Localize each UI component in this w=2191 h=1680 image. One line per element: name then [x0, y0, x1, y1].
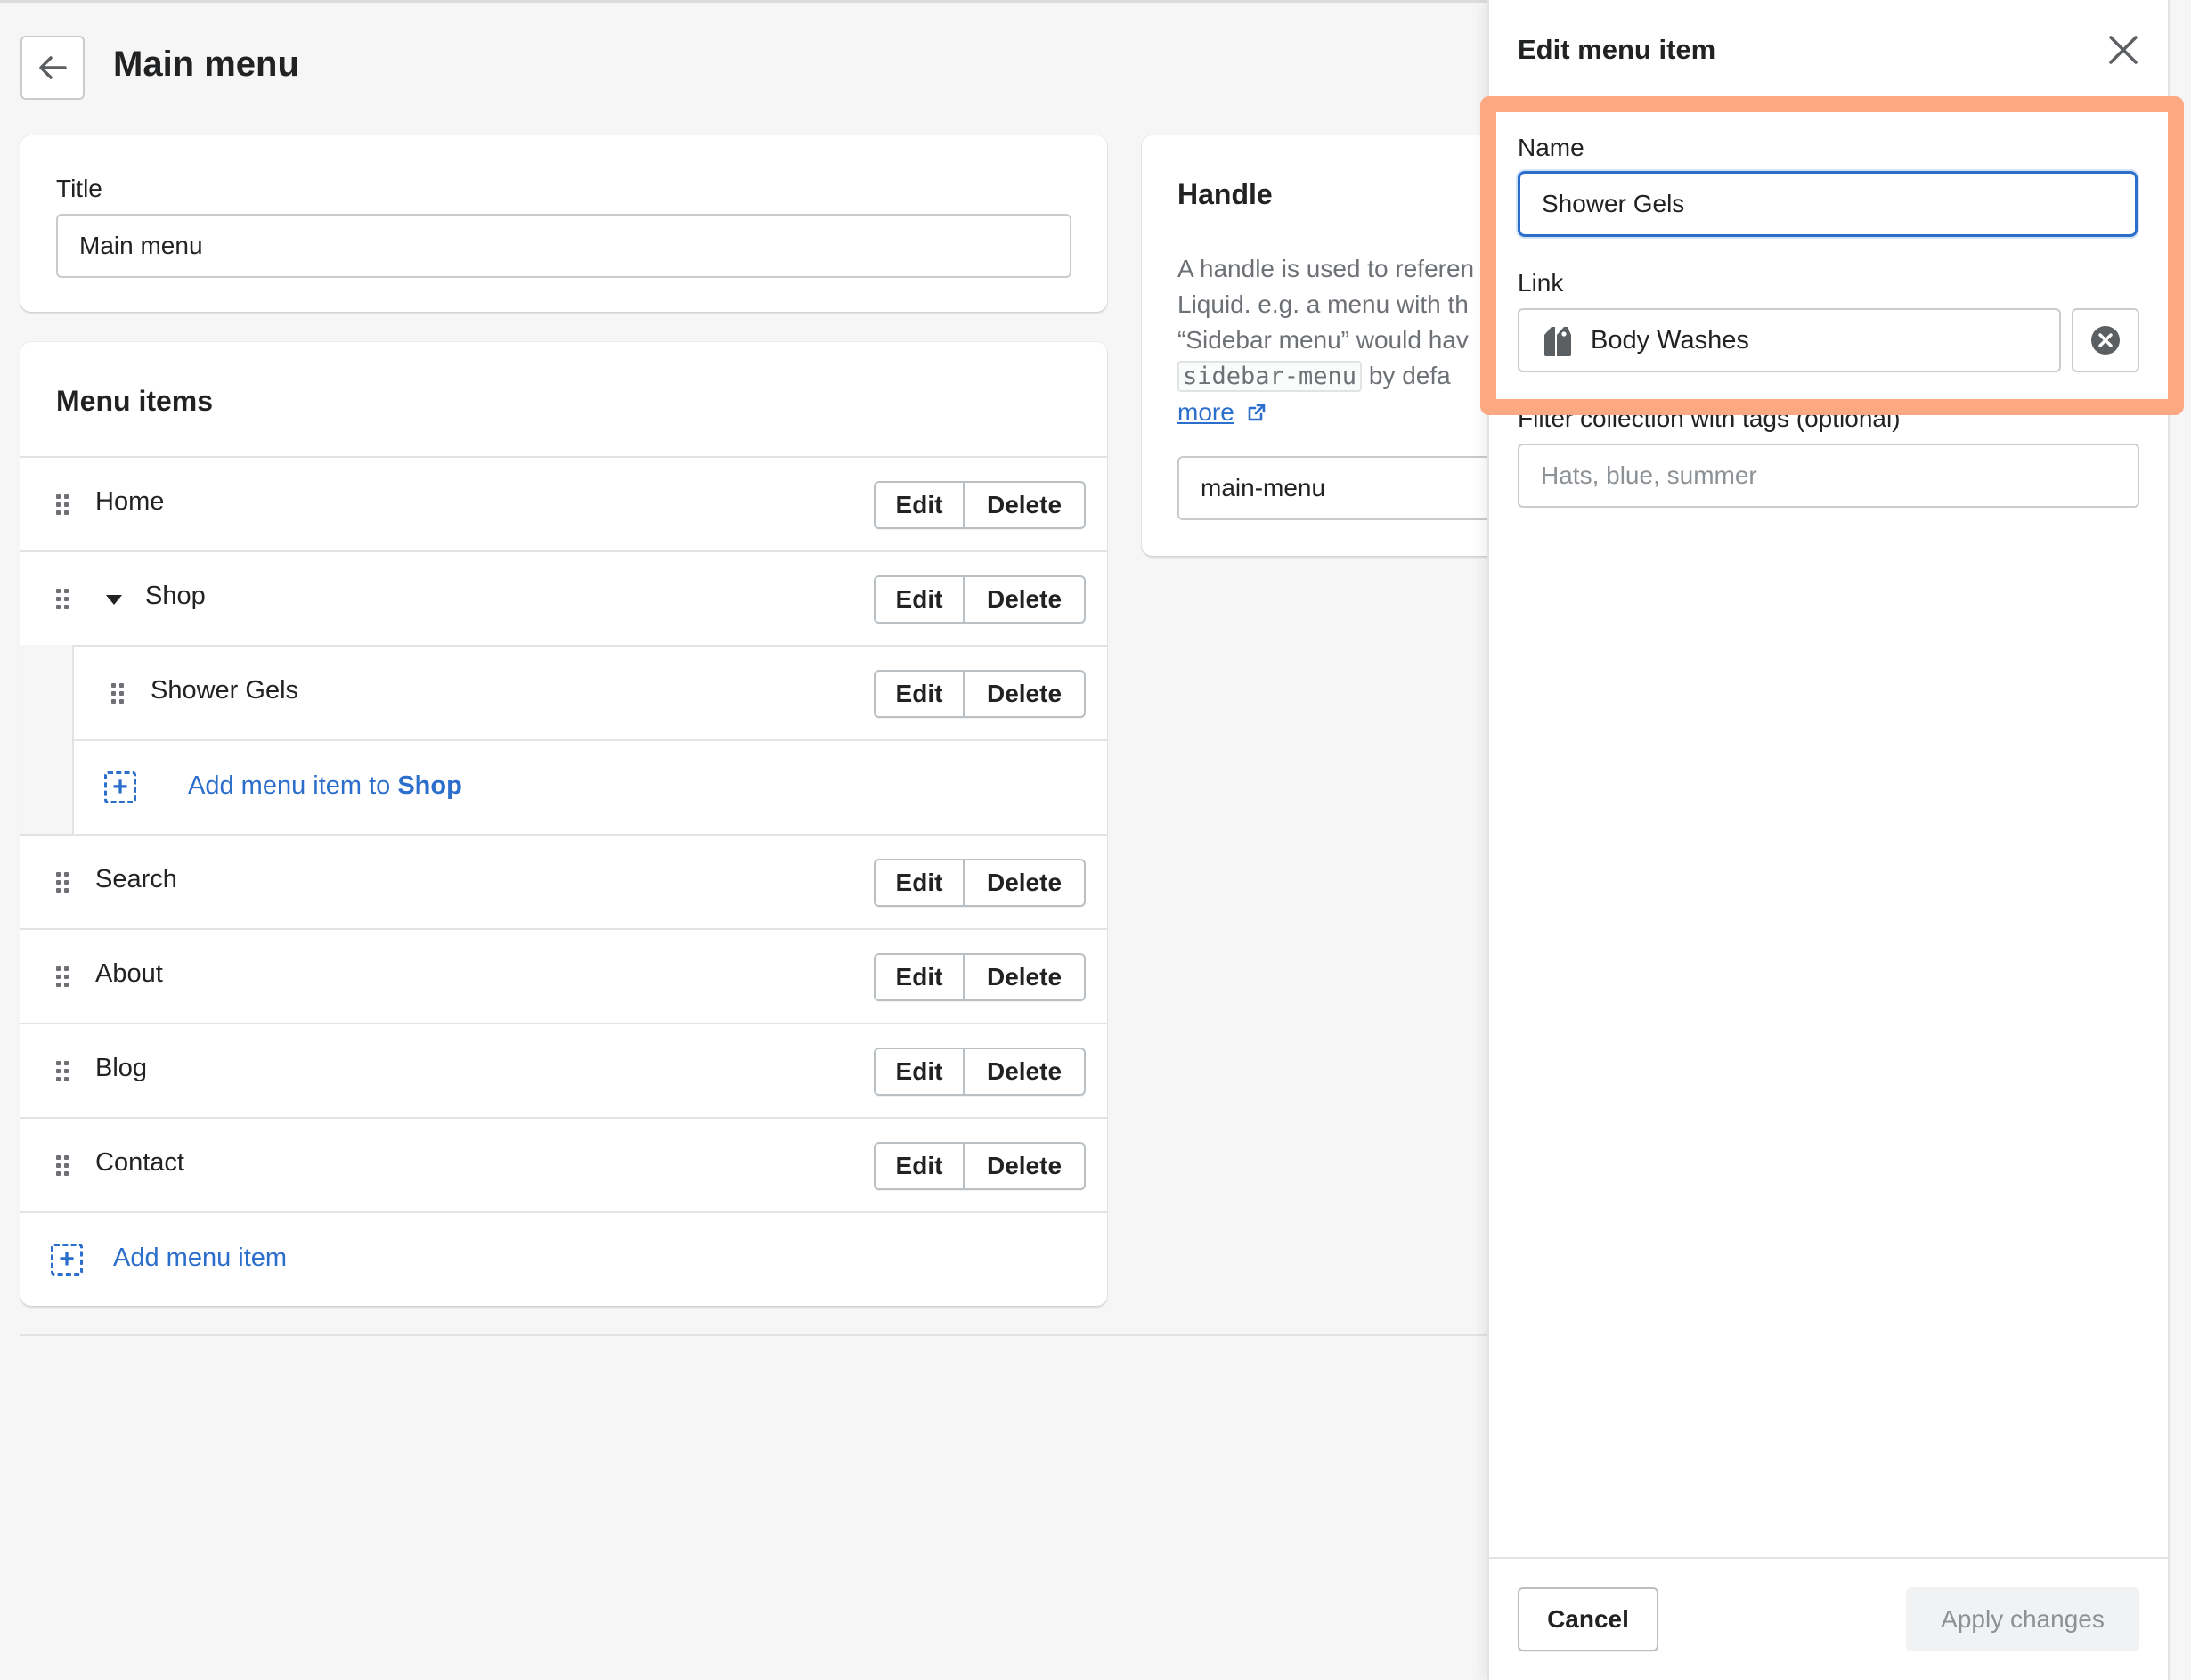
menu-item-shop: Shop Edit Delete: [20, 550, 1107, 645]
panel-scroll-edge: [2168, 0, 2191, 1680]
title-card: Title Main menu: [20, 135, 1107, 312]
menu-item-shower-gels: Shower Gels Edit Delete: [74, 645, 1107, 739]
drag-handle-icon[interactable]: [111, 683, 126, 705]
delete-button[interactable]: Delete: [965, 1144, 1084, 1188]
edit-button[interactable]: Edit: [876, 577, 965, 622]
drag-handle-icon[interactable]: [56, 966, 70, 988]
arrow-left-icon: [39, 56, 67, 79]
add-icon: +: [104, 771, 136, 803]
name-input[interactable]: Shower Gels: [1518, 171, 2138, 237]
drag-handle-icon[interactable]: [56, 1155, 70, 1177]
item-actions: Edit Delete: [874, 953, 1086, 1001]
delete-button[interactable]: Delete: [965, 483, 1084, 527]
menu-item-contact: Contact Edit Delete: [20, 1117, 1107, 1211]
drag-handle-icon[interactable]: [56, 872, 70, 893]
drag-handle-icon[interactable]: [56, 1061, 70, 1082]
delete-button[interactable]: Delete: [965, 672, 1084, 716]
menu-item-home: Home Edit Delete: [20, 456, 1107, 550]
handle-card: Handle A handle is used to referen Liqui…: [1142, 135, 1534, 556]
menu-item-blog: Blog Edit Delete: [20, 1023, 1107, 1117]
caret-down-icon[interactable]: [106, 595, 122, 605]
panel-title: Edit menu item: [1518, 34, 1716, 65]
item-actions: Edit Delete: [874, 481, 1086, 529]
page-divider: [20, 1334, 1490, 1336]
add-menu-item-link[interactable]: Add menu item: [113, 1244, 287, 1273]
drag-handle-icon[interactable]: [56, 589, 70, 610]
menu-items-card: Menu items Home Edit Delete Shop Edit De…: [20, 342, 1107, 1306]
edit-button[interactable]: Edit: [876, 1049, 965, 1094]
menu-items-heading: Menu items: [56, 385, 214, 417]
panel-footer-divider: [1489, 1557, 2168, 1559]
edit-button[interactable]: Edit: [876, 955, 965, 999]
menu-item-label: Search: [95, 865, 177, 893]
menu-item-label: Shower Gels: [151, 676, 299, 705]
item-actions: Edit Delete: [874, 1048, 1086, 1096]
delete-button[interactable]: Delete: [965, 1049, 1084, 1094]
page-title: Main menu: [113, 45, 299, 84]
collection-tag-icon: [1544, 327, 1571, 356]
edit-menu-item-panel: Edit menu item Name Shower Gels Link Bod…: [1487, 0, 2168, 1680]
edit-button[interactable]: Edit: [876, 483, 965, 527]
item-actions: Edit Delete: [874, 1142, 1086, 1190]
link-field[interactable]: Body Washes: [1518, 308, 2061, 372]
drag-handle-icon[interactable]: [56, 494, 70, 516]
circle-x-icon: [2091, 326, 2120, 355]
nested-indent: [20, 645, 74, 834]
external-link-icon: [1248, 404, 1265, 421]
edit-button[interactable]: Edit: [876, 1144, 965, 1188]
add-icon: +: [51, 1244, 83, 1276]
menu-item-label: Shop: [145, 582, 206, 610]
menu-item-label: Home: [95, 487, 165, 516]
edit-button[interactable]: Edit: [876, 860, 965, 905]
delete-button[interactable]: Delete: [965, 577, 1084, 622]
cancel-button[interactable]: Cancel: [1518, 1587, 1658, 1651]
title-input[interactable]: Main menu: [56, 214, 1071, 278]
menu-item-label: Blog: [95, 1054, 148, 1082]
menu-item-search: Search Edit Delete: [20, 834, 1107, 928]
delete-button[interactable]: Delete: [965, 860, 1084, 905]
link-value: Body Washes: [1591, 325, 1749, 355]
add-menu-item-to-shop-link[interactable]: Add menu item to Shop: [188, 771, 462, 801]
clear-link-button[interactable]: [2072, 308, 2139, 372]
add-to-shop-target: Shop: [397, 771, 462, 800]
learn-more-link[interactable]: more: [1177, 398, 1234, 426]
close-button[interactable]: [2102, 29, 2145, 71]
handle-input[interactable]: main-menu: [1177, 456, 1534, 520]
apply-changes-button[interactable]: Apply changes: [1906, 1587, 2139, 1651]
handle-desc-line: by defa: [1362, 362, 1451, 389]
title-label: Title: [56, 175, 102, 202]
name-label: Name: [1518, 134, 1584, 161]
tags-label: Filter collection with tags (optional): [1518, 404, 1901, 432]
tags-input[interactable]: Hats, blue, summer: [1518, 444, 2139, 508]
add-menu-item-row[interactable]: + Add menu item: [20, 1211, 1107, 1306]
menu-item-about: About Edit Delete: [20, 928, 1107, 1023]
menu-item-label: About: [95, 959, 163, 988]
handle-code-example: sidebar-menu: [1177, 361, 1363, 392]
edit-button[interactable]: Edit: [876, 672, 965, 716]
back-button[interactable]: [20, 36, 85, 100]
menu-item-label: Contact: [95, 1148, 184, 1177]
item-actions: Edit Delete: [874, 859, 1086, 907]
close-icon: [2109, 36, 2138, 64]
delete-button[interactable]: Delete: [965, 955, 1084, 999]
add-to-shop-row[interactable]: + Add menu item to Shop: [74, 739, 1107, 834]
handle-title: Handle: [1177, 178, 1273, 210]
add-to-shop-prefix: Add menu item to: [188, 771, 398, 800]
link-label: Link: [1518, 269, 1564, 297]
item-actions: Edit Delete: [874, 575, 1086, 624]
item-actions: Edit Delete: [874, 670, 1086, 718]
